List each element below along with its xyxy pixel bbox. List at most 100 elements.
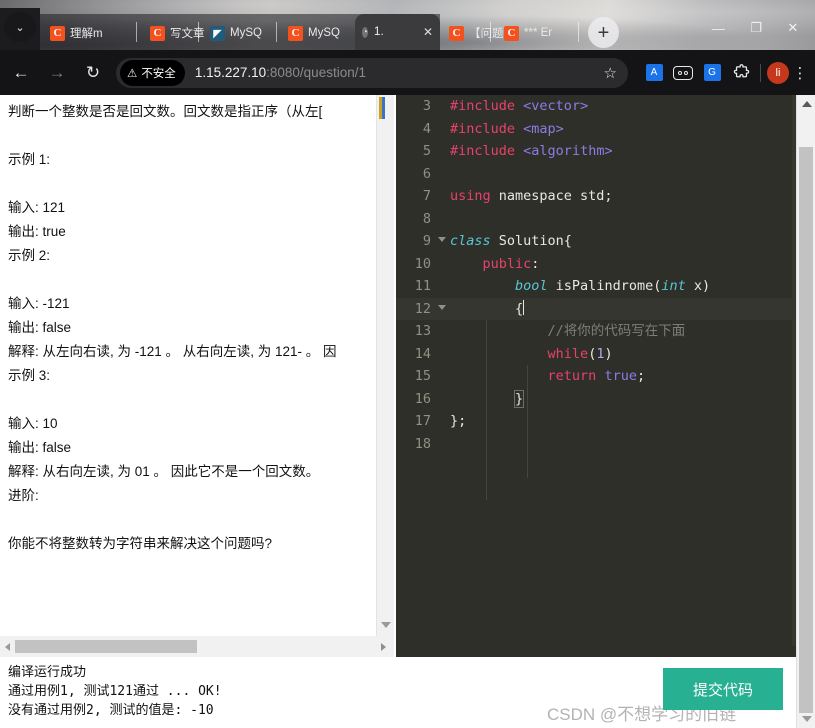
code-token: <algorithm> xyxy=(523,143,613,159)
scroll-down-arrow-icon[interactable] xyxy=(802,716,812,722)
google-docs-extension-icon[interactable]: G xyxy=(699,60,725,86)
line-number-8: 8 xyxy=(422,210,431,227)
tab-separator xyxy=(578,22,579,42)
scrollbar-thumb[interactable] xyxy=(379,97,385,119)
problem-description-panel[interactable]: 判断一个整数是否是回文数。回文数是指正序（从左[ 示例 1: 输入: 121 输… xyxy=(0,95,376,636)
code-token: class xyxy=(450,233,491,249)
scroll-left-arrow-icon[interactable] xyxy=(0,642,15,651)
code-text: { xyxy=(438,298,525,321)
code-lines[interactable]: 3 #include <vector> 4 #include <map> 5 #inclu… xyxy=(396,95,796,455)
goggles-extension-icon[interactable] xyxy=(670,60,696,86)
code-token: true xyxy=(604,368,637,384)
code-token: using xyxy=(450,188,491,204)
fold-caret-icon[interactable] xyxy=(438,237,446,242)
bookmark-star-icon[interactable]: ☆ xyxy=(595,64,626,82)
avatar[interactable]: li xyxy=(767,61,789,84)
code-line-18[interactable]: 18 xyxy=(396,433,796,456)
mysql-icon: ◤ xyxy=(210,25,225,41)
code-line-13[interactable]: 13 //将你的代码写在下面 xyxy=(396,320,796,343)
code-text: bool isPalindrome(int x) xyxy=(438,275,710,298)
code-line-7[interactable]: 7 using namespace std; xyxy=(396,185,796,208)
code-line-6[interactable]: 6 xyxy=(396,163,796,186)
code-editor[interactable]: 3 #include <vector> 4 #include <map> 5 #inclu… xyxy=(396,95,796,646)
line-number-11: 11 xyxy=(414,278,431,294)
line-number-12: 12 xyxy=(396,298,446,321)
security-status-badge[interactable]: ⚠ 不安全 xyxy=(120,59,185,86)
code-line-14[interactable]: 14 while(1) xyxy=(396,343,796,366)
fold-caret-icon[interactable] xyxy=(438,304,446,310)
submit-code-button[interactable]: 提交代码 xyxy=(663,668,783,710)
scroll-up-arrow-icon[interactable] xyxy=(802,101,812,107)
address-bar[interactable]: ⚠ 不安全 1.15.227.10:8080/question/1 ☆ xyxy=(116,57,628,88)
csdn-icon: C xyxy=(150,25,165,41)
line-number-13: 13 xyxy=(414,323,431,339)
code-line-15[interactable]: 15 return true; xyxy=(396,365,796,388)
browser-tab-1-label: 理解m xyxy=(70,28,103,40)
problem-panel-vertical-scrollbar[interactable] xyxy=(376,95,394,636)
csdn-icon: C xyxy=(504,25,519,41)
code-token: #include xyxy=(450,120,516,137)
code-line-5[interactable]: 5 #include <algorithm> xyxy=(396,140,796,163)
translate-glyph: A xyxy=(645,64,663,81)
problem-line xyxy=(8,388,368,412)
code-line-10[interactable]: 10 public: xyxy=(396,253,796,276)
back-button[interactable]: ← xyxy=(6,58,36,88)
new-tab-button[interactable]: + xyxy=(588,17,619,48)
scroll-down-arrow-icon[interactable] xyxy=(381,622,391,628)
problem-line: 输入: -121 xyxy=(8,296,70,311)
scroll-right-arrow-icon[interactable] xyxy=(372,642,394,651)
url-path: :8080/question/1 xyxy=(266,65,366,80)
reload-button[interactable]: ↻ xyxy=(78,58,108,88)
problem-line xyxy=(8,172,368,196)
code-line-11[interactable]: 11 bool isPalindrome(int x) xyxy=(396,275,796,298)
code-token: std; xyxy=(580,188,613,204)
code-line-4[interactable]: 4 #include <map> xyxy=(396,118,796,141)
scrollbar-thumb[interactable] xyxy=(15,640,197,653)
line-number-18: 18 xyxy=(414,435,431,452)
code-text: } xyxy=(438,388,525,411)
close-icon[interactable]: ✕ xyxy=(423,25,433,39)
code-line-16[interactable]: 16 } xyxy=(396,388,796,411)
code-text: }; xyxy=(438,410,466,433)
close-window-button[interactable]: ✕ xyxy=(787,20,798,36)
browser-tab-4[interactable]: C MySQ xyxy=(282,16,358,50)
code-token: ) xyxy=(604,345,613,362)
browser-tab-1[interactable]: C 理解m xyxy=(44,16,130,50)
page-vertical-scrollbar[interactable] xyxy=(796,95,815,728)
extensions-puzzle-icon[interactable] xyxy=(728,60,754,86)
browser-chrome: ⌄ C 理解m C 写文章 ◤ MySQ C MySQ ◔ 1. ✕ C 【问题… xyxy=(0,0,815,95)
scrollbar-thumb[interactable] xyxy=(799,147,813,713)
code-text: //将你的代码写在下面 xyxy=(438,320,686,343)
code-line-12[interactable]: 12 { xyxy=(396,297,796,321)
browser-tab-6[interactable]: C *** Er xyxy=(498,16,582,50)
code-line-17[interactable]: 17}; xyxy=(396,410,796,433)
problem-line: 示例 3: xyxy=(8,368,51,383)
browser-toolbar: ← → ↻ ⚠ 不安全 1.15.227.10:8080/question/1 … xyxy=(0,50,815,95)
forward-button[interactable]: → xyxy=(42,58,72,88)
tab-separator xyxy=(198,22,199,42)
browser-menu-icon[interactable]: ⋮ xyxy=(789,64,811,82)
translate-extension-icon[interactable]: A xyxy=(641,60,667,86)
browser-tab-2-label: 写文章 xyxy=(170,28,205,40)
problem-line: 输入: 121 xyxy=(8,200,66,215)
code-token: //将你的代码写在下面 xyxy=(547,323,686,339)
output-line: 编译运行成功 xyxy=(8,665,87,680)
browser-tab-active[interactable]: ◔ 1. ✕ xyxy=(355,14,440,50)
code-line-3[interactable]: 3 #include <vector> xyxy=(396,95,796,118)
code-line-9[interactable]: 9 class Solution{ xyxy=(396,230,796,253)
line-number-5: 5 xyxy=(422,143,431,159)
problem-line: 输入: 10 xyxy=(8,416,58,431)
code-token: }; xyxy=(450,413,467,429)
browser-tab-3[interactable]: ◤ MySQ xyxy=(204,16,284,50)
problem-line: 进阶: xyxy=(8,488,39,503)
csdn-icon: C xyxy=(288,25,303,41)
code-line-8[interactable]: 8 xyxy=(396,208,796,231)
minimize-button[interactable]: — xyxy=(712,21,725,36)
tab-search-chevron-icon[interactable]: ⌄ xyxy=(4,12,36,42)
maximize-button[interactable]: ❐ xyxy=(750,20,762,36)
problem-panel-horizontal-scrollbar[interactable] xyxy=(0,636,394,657)
